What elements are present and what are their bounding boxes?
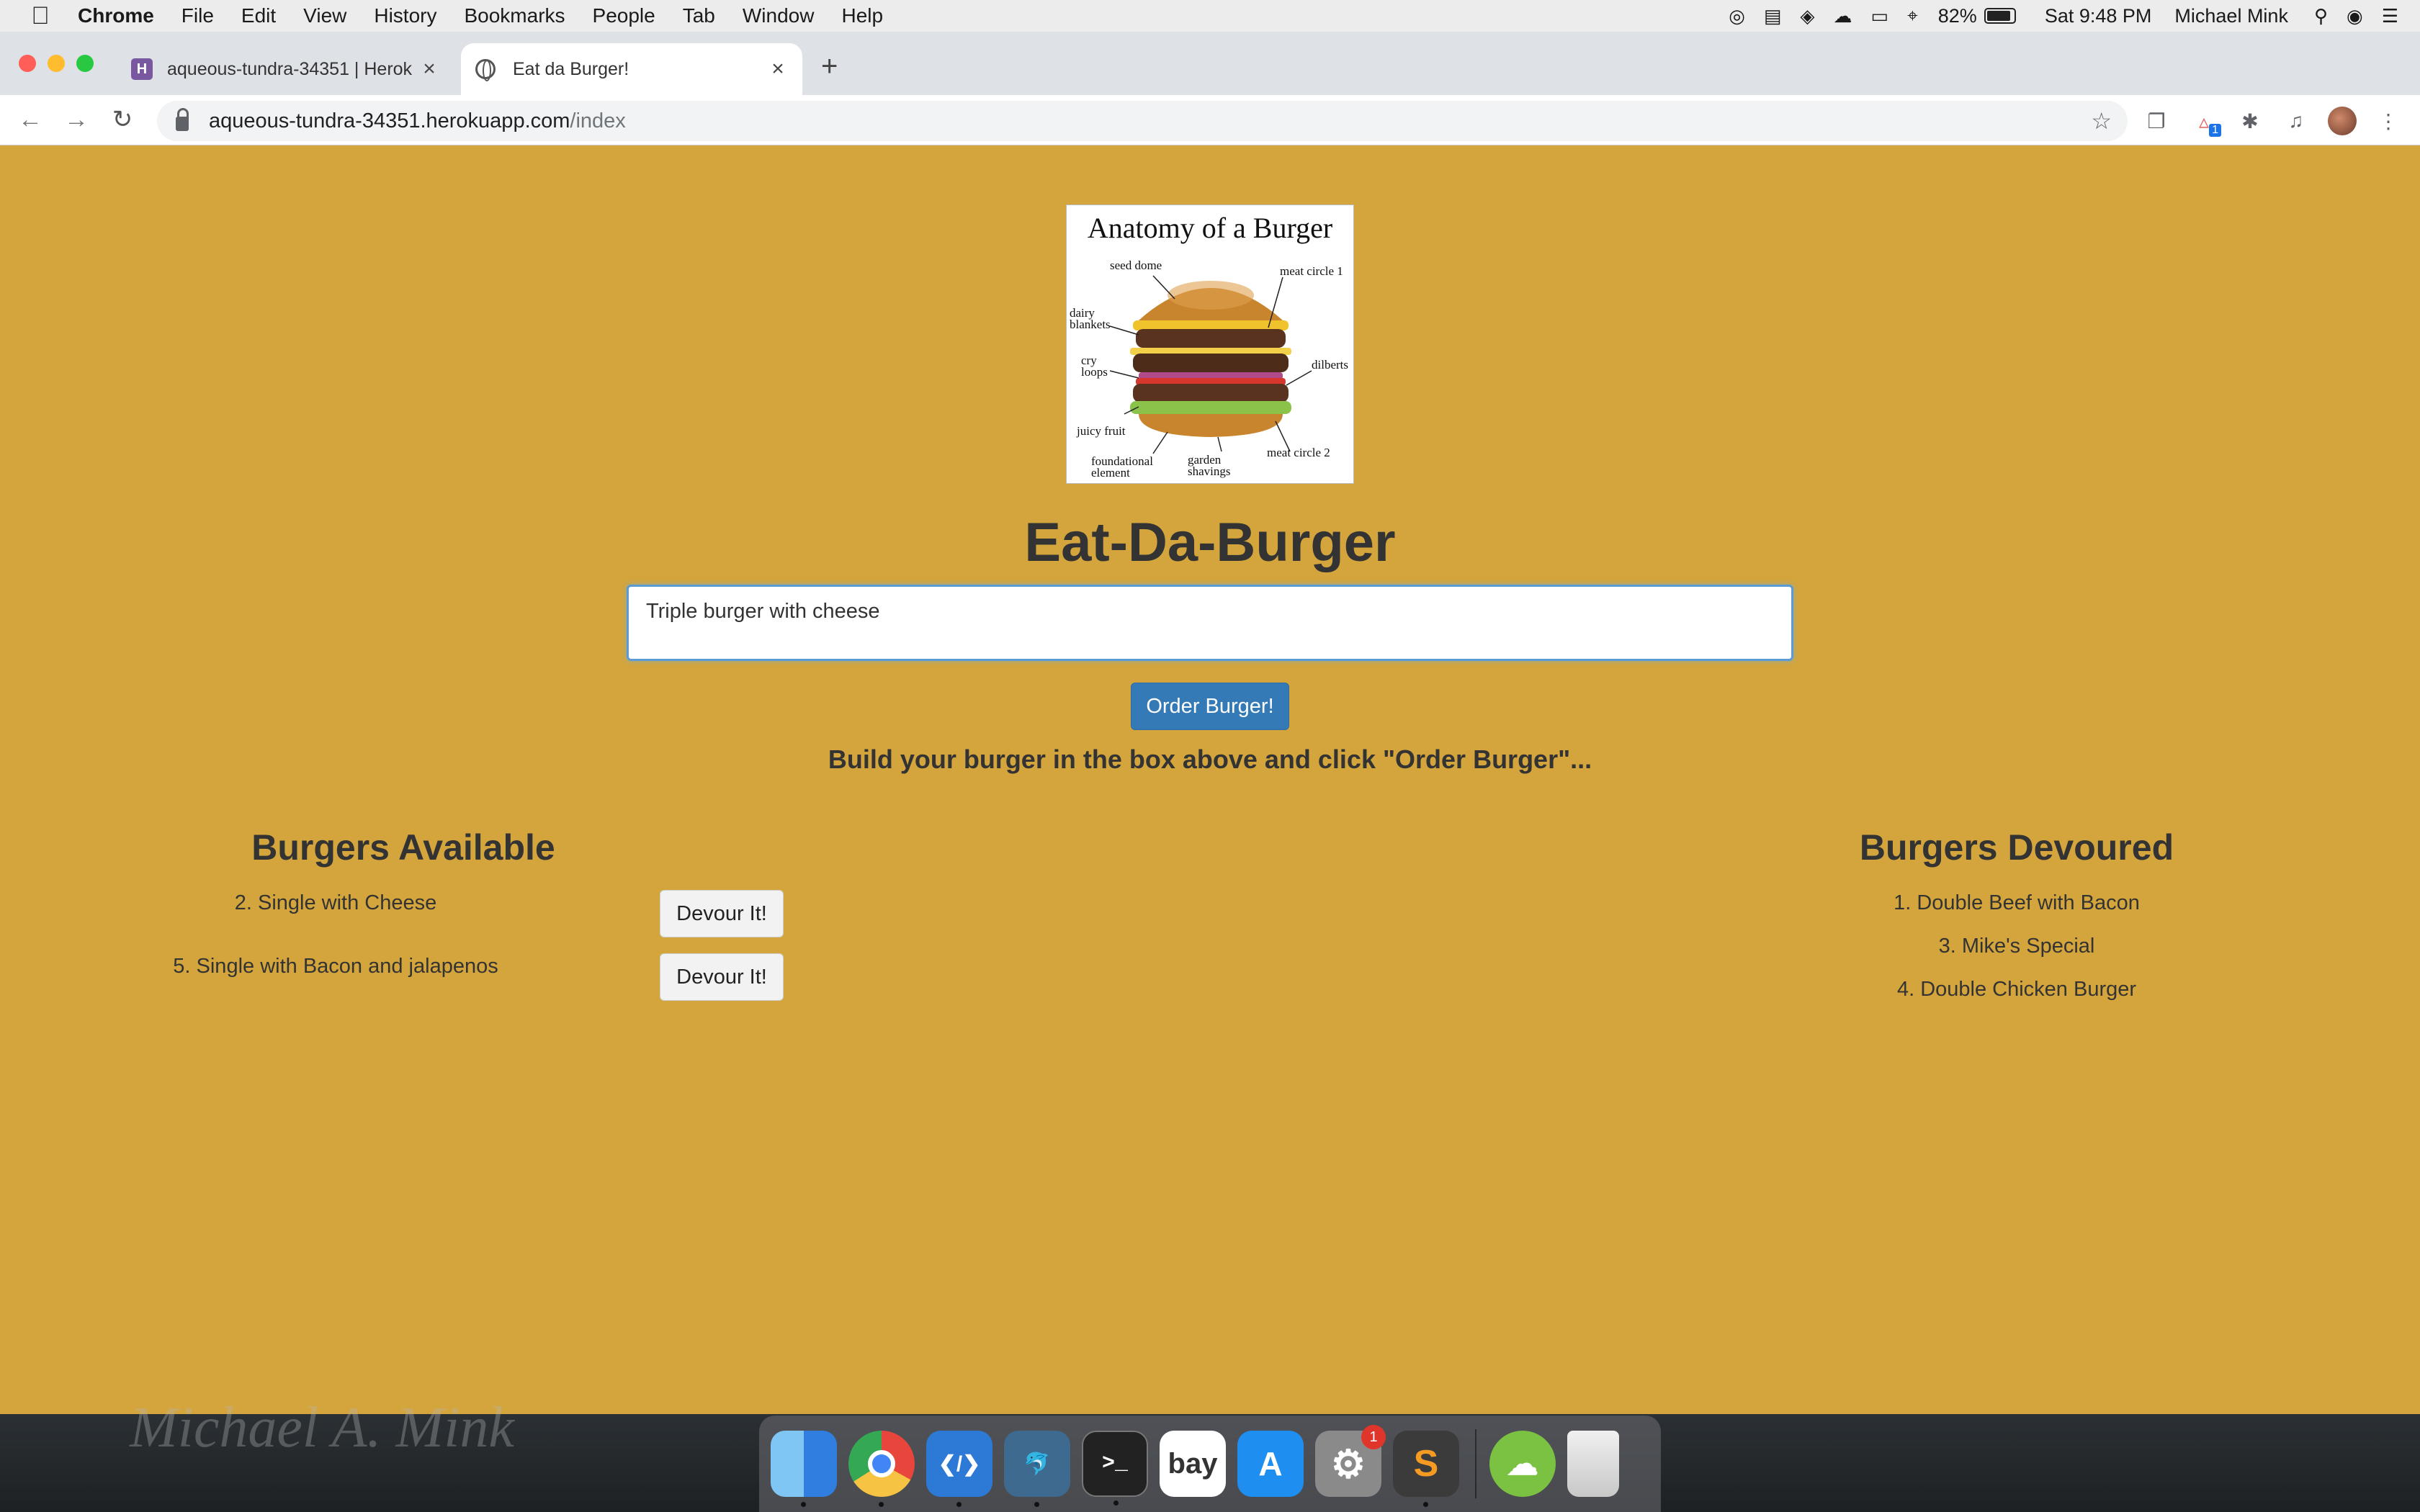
label-dairy-blankets: dairy blankets xyxy=(1070,306,1111,331)
extension-badge-icon[interactable]: ▵ 1 xyxy=(2190,107,2221,137)
tab-eat-da-burger[interactable]: Eat da Burger! × xyxy=(461,43,802,95)
extension-count-badge: 1 xyxy=(2209,124,2221,137)
label-meat-circle-1: meat circle 1 xyxy=(1280,264,1343,278)
vscode-icon[interactable]: ❮/❯ xyxy=(926,1431,992,1507)
label-juicy-fruit: juicy fruit xyxy=(1077,424,1126,438)
download-cloud-icon[interactable]: ☁ xyxy=(1489,1431,1556,1497)
order-burger-button[interactable]: Order Burger! xyxy=(1131,683,1289,730)
burgers-available-heading: Burgers Available xyxy=(251,827,555,868)
globe-icon xyxy=(475,59,496,81)
cloud-icon[interactable]: ☁ xyxy=(1834,5,1852,27)
url-host: aqueous-tundra-34351.herokuapp.com xyxy=(209,109,570,132)
media-control-icon[interactable]: ♫ xyxy=(2282,107,2311,135)
available-burger-item: 5. Single with Bacon and jalapenos xyxy=(173,955,498,978)
profile-avatar[interactable] xyxy=(2328,107,2357,135)
siri-icon[interactable]: ◉ xyxy=(2347,5,2363,27)
close-icon[interactable]: × xyxy=(763,57,792,81)
sublime-text-icon[interactable]: S xyxy=(1393,1431,1459,1507)
system-preferences-icon[interactable]: ⚙ 1 xyxy=(1315,1425,1386,1497)
browser-toolbar: ← → ↻ aqueous-tundra-34351.herokuapp.com… xyxy=(0,95,2420,145)
menu-people[interactable]: People xyxy=(593,4,655,27)
ebay-icon[interactable]: bay xyxy=(1160,1431,1226,1497)
devoured-burger-item: 4. Double Chicken Burger xyxy=(1896,978,2137,1001)
menu-view[interactable]: View xyxy=(303,4,346,27)
menu-history[interactable]: History xyxy=(374,4,436,27)
menu-edit[interactable]: Edit xyxy=(241,4,276,27)
notification-center-icon[interactable]: ☰ xyxy=(2382,5,2398,27)
menu-file[interactable]: File xyxy=(182,4,214,27)
extension-stack-icon[interactable]: ❐ xyxy=(2142,107,2171,135)
devour-button[interactable]: Devour It! xyxy=(660,953,784,1001)
page-title: Eat-Da-Burger xyxy=(1024,512,1396,573)
menu-tab[interactable]: Tab xyxy=(683,4,715,27)
battery-icon[interactable] xyxy=(1984,8,2016,24)
clock[interactable]: Sat 9:48 PM xyxy=(2045,5,2152,27)
avatar xyxy=(2328,107,2357,135)
menu-bookmarks[interactable]: Bookmarks xyxy=(464,4,565,27)
close-window-button[interactable] xyxy=(19,55,36,72)
app-store-icon[interactable]: A xyxy=(1237,1431,1304,1497)
trash-icon[interactable] xyxy=(1567,1431,1619,1497)
devoured-burger-item: 3. Mike's Special xyxy=(1938,935,2095,958)
menu-app-chrome[interactable]: Chrome xyxy=(78,4,154,27)
menu-help[interactable]: Help xyxy=(841,4,883,27)
tab-heroku[interactable]: H aqueous-tundra-34351 | Herok × xyxy=(122,43,454,95)
new-tab-plus-icon[interactable]: + xyxy=(821,50,838,83)
heroku-icon: H xyxy=(131,58,153,80)
reload-icon[interactable]: ↻ xyxy=(107,104,138,135)
wifi-icon[interactable]: ⌖ xyxy=(1907,4,1918,27)
forward-arrow-icon[interactable]: → xyxy=(60,104,92,135)
mysql-workbench-icon[interactable]: 🐬 xyxy=(1004,1431,1070,1507)
terminal-icon[interactable]: >_ xyxy=(1082,1431,1148,1506)
label-foundational-element: foundational element xyxy=(1091,454,1153,480)
dock-separator xyxy=(1475,1429,1476,1498)
burgers-devoured-heading: Burgers Devoured xyxy=(1859,827,2174,868)
bookmark-star-icon[interactable]: ☆ xyxy=(2091,107,2112,135)
browser-tab-strip: H aqueous-tundra-34351 | Herok × Eat da … xyxy=(0,32,2420,95)
zoom-window-button[interactable] xyxy=(76,55,94,72)
tab-title: aqueous-tundra-34351 | Herok xyxy=(167,58,413,79)
address-bar[interactable]: aqueous-tundra-34351.herokuapp.com/index… xyxy=(157,101,2128,141)
macos-menu-bar:  Chrome File Edit View History Bookmark… xyxy=(0,0,2420,32)
finder-icon[interactable] xyxy=(771,1431,837,1507)
instructions-text: Build your burger in the box above and c… xyxy=(828,744,1592,774)
lock-icon[interactable] xyxy=(176,108,189,131)
chrome-icon[interactable] xyxy=(848,1431,915,1507)
devoured-burger-item: 1. Double Beef with Bacon xyxy=(1894,891,2140,914)
more-menu-icon[interactable]: ⋮ xyxy=(2374,107,2403,135)
notification-badge: 1 xyxy=(1361,1425,1386,1449)
airplay-icon[interactable]: ▭ xyxy=(1871,5,1889,27)
battery-percent: 82% xyxy=(1937,4,1977,27)
focus-icon[interactable]: ◎ xyxy=(1729,5,1745,27)
wallpaper-signature: Michael A. Mink xyxy=(130,1396,514,1459)
page-body: Anatomy of a Burger seed dome meat circl… xyxy=(0,145,2420,1414)
label-dilberts: dilberts xyxy=(1312,358,1348,372)
label-cry-loops: cry loops xyxy=(1081,354,1108,379)
url-path: /index xyxy=(570,109,626,132)
extensions-puzzle-icon[interactable]: ✱ xyxy=(2236,107,2264,135)
label-meat-circle-2: meat circle 2 xyxy=(1267,446,1330,459)
back-arrow-icon[interactable]: ← xyxy=(14,104,46,135)
close-icon[interactable]: × xyxy=(415,57,444,81)
label-garden-shavings: garden shavings xyxy=(1188,453,1231,478)
dock: ❮/❯ 🐬 >_ bay A ⚙ 1 S ☁ xyxy=(759,1416,1661,1512)
label-seed-dome: seed dome xyxy=(1110,258,1162,272)
menu-window[interactable]: Window xyxy=(743,4,815,27)
status-area: ◎ ▤ ◈ ☁ ▭ ⌖ 82% Sat 9:48 PM Michael Mink… xyxy=(1710,0,2420,32)
burger-name-input[interactable]: Triple burger with cheese xyxy=(627,585,1793,661)
screen-icon[interactable]: ▤ xyxy=(1764,5,1782,27)
tab-title: Eat da Burger! xyxy=(513,58,629,79)
burger-illustration xyxy=(1109,275,1312,454)
minimize-window-button[interactable] xyxy=(48,55,65,72)
devour-button[interactable]: Devour It! xyxy=(660,890,784,937)
apple-menu-icon[interactable]:  xyxy=(27,2,53,30)
spotlight-search-icon[interactable]: ⚲ xyxy=(2314,5,2328,27)
available-burger-item: 2. Single with Cheese xyxy=(234,891,437,914)
user-name[interactable]: Michael Mink xyxy=(2174,5,2288,27)
burger-anatomy-image: Anatomy of a Burger seed dome meat circl… xyxy=(1066,204,1354,484)
creative-cloud-icon[interactable]: ◈ xyxy=(1801,5,1815,27)
